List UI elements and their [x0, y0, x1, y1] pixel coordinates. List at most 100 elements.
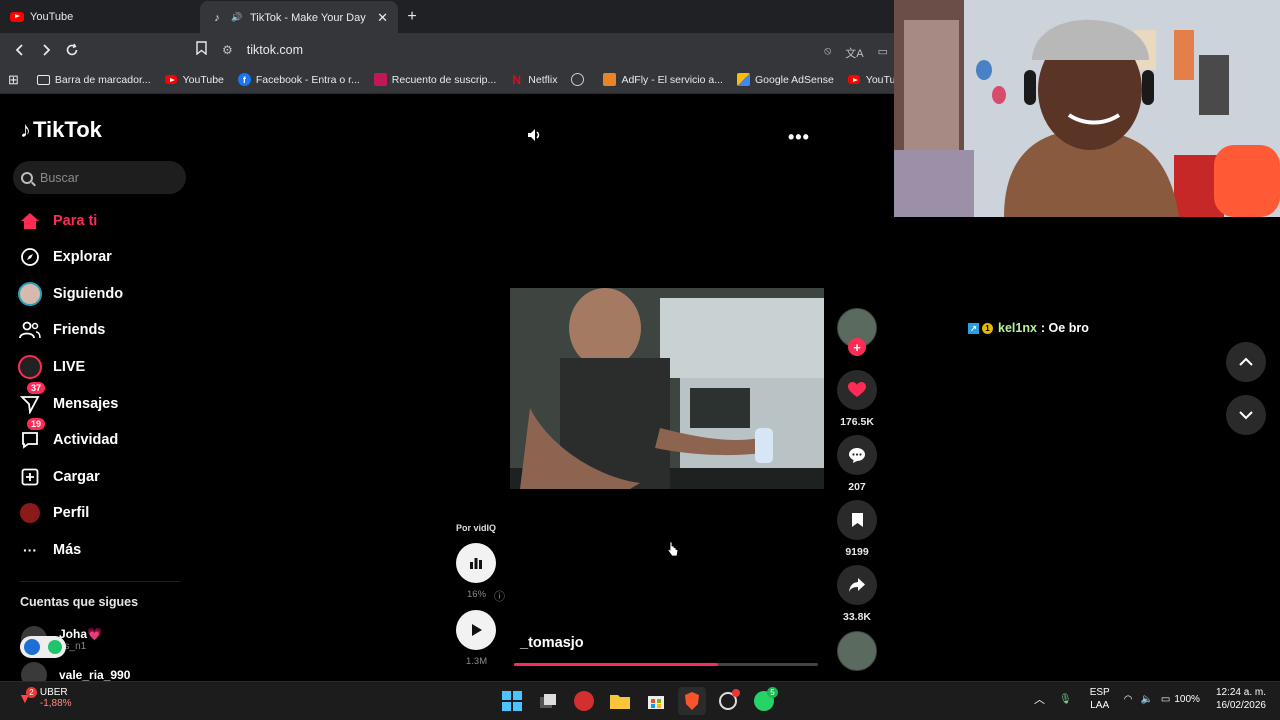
address-bar[interactable]: ⚙ tiktok.com ⦸ 文A ▭ — [222, 37, 894, 62]
share-action[interactable]: 33.8K — [837, 565, 877, 623]
tab-tiktok[interactable]: ♪ 🔊 TikTok - Make Your Day ✕ — [200, 1, 398, 34]
site-settings-icon[interactable]: ⚙ — [222, 43, 233, 57]
back-button[interactable] — [8, 38, 32, 62]
sidebar-item-cargar[interactable]: Cargar — [17, 462, 100, 492]
task-view-icon[interactable] — [534, 687, 562, 715]
clock[interactable]: 12:24 a. m. 16/02/2026 — [1216, 686, 1266, 712]
bookmark-counter[interactable]: Recuento de suscrip... — [373, 73, 496, 86]
save-action[interactable]: 9199 — [837, 500, 877, 558]
counter-icon — [373, 73, 387, 86]
whatsapp-icon[interactable]: 5 — [750, 687, 778, 715]
tiktok-icon: ♪ — [214, 11, 220, 24]
tracking-icon[interactable]: ⦸ — [824, 45, 831, 61]
bookmark-folder[interactable]: Barra de marcador... — [36, 74, 151, 86]
tiktok-logo[interactable]: ♪ TikTok — [20, 117, 102, 143]
video-frame — [510, 288, 824, 489]
next-video-button[interactable] — [1226, 395, 1266, 435]
bookmark-icon[interactable] — [837, 500, 877, 540]
sidebar-item-mensajes[interactable]: 37 Mensajes — [17, 382, 118, 419]
close-tab-icon[interactable]: ✕ — [377, 10, 388, 26]
sidebar-divider — [20, 581, 180, 582]
globe-icon — [571, 73, 585, 86]
like-count: 176.5K — [840, 416, 874, 428]
vidiq-percent: 16% — [467, 589, 487, 600]
following-section-title: Cuentas que sigues — [20, 595, 139, 609]
apps-icon[interactable]: ⊞ — [8, 72, 19, 88]
new-tab-button[interactable]: + — [398, 8, 426, 26]
bookmark-facebook[interactable]: f Facebook - Entra o r... — [237, 73, 360, 86]
more-options-icon[interactable]: ••• — [788, 127, 810, 148]
speaker-icon: 🔊 — [231, 12, 243, 22]
previous-video-button[interactable] — [1226, 342, 1266, 382]
adsense-icon — [736, 73, 750, 86]
share-icon[interactable] — [837, 565, 877, 605]
activity-badge: 19 — [27, 418, 46, 430]
follow-plus-icon[interactable]: + — [848, 338, 866, 356]
bookmark-youtube[interactable]: YouTube — [165, 73, 224, 86]
video-author[interactable]: _tomasjo — [520, 635, 584, 651]
account-name: vale_ria_990 — [59, 668, 131, 682]
bookmark-globe[interactable] — [571, 73, 589, 86]
youtube-icon — [10, 10, 24, 24]
search-input[interactable]: Buscar — [13, 161, 186, 194]
chevron-up-icon[interactable]: ︿ — [1034, 691, 1045, 707]
sidebar-item-para-ti[interactable]: Para ti — [17, 206, 97, 236]
comment-action[interactable]: 207 — [837, 435, 877, 493]
brave-browser-icon[interactable] — [678, 687, 706, 715]
browser-tab-bar: YouTube ♪ 🔊 TikTok - Make Your Day ✕ + — [0, 0, 894, 34]
vidiq-stats-button[interactable] — [456, 543, 496, 583]
live-icon — [17, 354, 43, 380]
moderator-badge-icon: ↗ — [968, 322, 979, 334]
sidebar-item-mas[interactable]: ··· Más — [17, 535, 81, 565]
bookmark-youtube-creator[interactable]: YouTube Cr — [848, 73, 894, 86]
netflix-icon: N — [512, 72, 522, 87]
chat-username: kel1nx — [998, 321, 1037, 335]
obs-icon[interactable] — [714, 687, 742, 715]
sidebar-item-live[interactable]: LIVE — [17, 352, 85, 382]
stock-badge: 2 — [26, 687, 37, 698]
bookmark-adsense[interactable]: Google AdSense — [736, 73, 834, 86]
heart-icon[interactable] — [837, 370, 877, 410]
store-icon[interactable] — [642, 687, 670, 715]
activity-icon: 19 — [17, 418, 46, 453]
video-progress-bar[interactable] — [514, 663, 818, 666]
file-explorer-icon[interactable] — [606, 687, 634, 715]
app-red-icon[interactable] — [570, 687, 598, 715]
sidebar-item-friends[interactable]: Friends — [17, 315, 105, 345]
compass-icon — [17, 244, 43, 270]
chevron-down-icon — [1239, 411, 1253, 420]
comment-icon[interactable] — [837, 435, 877, 475]
play-button[interactable] — [456, 610, 496, 650]
sidebar-item-explorar[interactable]: Explorar — [17, 242, 112, 272]
translate-icon[interactable]: 文A — [845, 45, 863, 61]
stock-widget[interactable]: ▼ 2 UBER -1,88% — [18, 687, 72, 709]
wifi-icon[interactable]: ◠ — [1124, 694, 1133, 705]
microphone-icon[interactable]: 🎙 — [1059, 694, 1072, 705]
youtube-icon — [848, 73, 861, 86]
windows-start-icon[interactable] — [498, 687, 526, 715]
bookmark-icon[interactable] — [196, 41, 207, 58]
upload-icon — [17, 464, 43, 490]
cast-icon[interactable]: ▭ — [878, 45, 888, 61]
youtube-icon — [165, 73, 178, 86]
like-action[interactable]: 176.5K — [837, 370, 877, 428]
address-bar-actions: ⦸ 文A ▭ — [824, 45, 888, 61]
tab-title: TikTok - Make Your Day — [250, 11, 366, 24]
sound-disc-avatar[interactable] — [837, 631, 877, 671]
sidebar-item-perfil[interactable]: Perfil — [17, 498, 89, 528]
reload-button[interactable] — [60, 38, 84, 62]
forward-button[interactable] — [34, 38, 58, 62]
bookmark-netflix[interactable]: N Netflix — [510, 72, 557, 87]
video-player[interactable] — [510, 288, 824, 489]
tab-youtube[interactable]: YouTube — [0, 0, 200, 33]
sidebar-item-siguiendo[interactable]: Siguiendo — [17, 279, 123, 309]
language-indicator[interactable]: ESP LAA — [1090, 686, 1110, 712]
volume-icon[interactable] — [526, 127, 542, 148]
info-icon[interactable]: ⓘ — [494, 588, 505, 604]
sidebar-item-actividad[interactable]: 19 Actividad — [17, 418, 118, 455]
speaker-icon[interactable]: 🔈 — [1140, 694, 1152, 705]
battery-icon[interactable]: ▭ — [1161, 694, 1170, 705]
level-badge-icon: 1 — [982, 322, 993, 334]
vidiq-floating-badge[interactable] — [20, 636, 66, 658]
bookmark-adfly[interactable]: AdFly - El servicio a... — [603, 73, 723, 86]
